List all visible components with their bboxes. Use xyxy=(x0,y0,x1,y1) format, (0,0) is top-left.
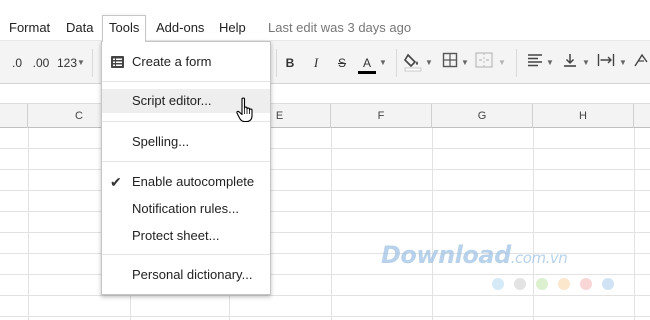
notification-rules-label: Notification rules... xyxy=(132,201,239,216)
watermark-dot xyxy=(514,278,526,290)
bold-button[interactable]: B xyxy=(282,52,298,74)
grid-line xyxy=(533,128,534,320)
vertical-align-bottom-icon[interactable] xyxy=(561,52,579,74)
menu-item-spelling[interactable]: Spelling... xyxy=(102,130,270,154)
grid-line xyxy=(0,232,650,233)
watermark-dot xyxy=(580,278,592,290)
menu-format[interactable]: Format xyxy=(9,19,50,37)
watermark-dot xyxy=(536,278,548,290)
grid-line xyxy=(0,169,650,170)
chevron-down-icon: ▼ xyxy=(425,58,433,67)
text-color-swatch xyxy=(358,71,376,74)
row-header-corner[interactable] xyxy=(0,104,28,128)
watermark-suffix: .com.vn xyxy=(510,249,568,267)
toolbar-divider xyxy=(92,49,93,77)
align-left-icon[interactable] xyxy=(526,52,544,74)
form-icon xyxy=(111,56,124,68)
grid-line xyxy=(432,128,433,320)
decrease-decimal-button[interactable]: .0 xyxy=(6,52,28,74)
last-edit-status[interactable]: Last edit was 3 days ago xyxy=(268,19,411,37)
text-color-button[interactable]: A xyxy=(356,52,378,74)
grid-line xyxy=(0,295,650,296)
text-wrap-icon[interactable] xyxy=(596,52,616,74)
toolbar-divider xyxy=(516,49,517,77)
chevron-down-icon: ▼ xyxy=(379,58,387,67)
toolbar-divider xyxy=(276,49,277,77)
grid-line xyxy=(0,190,650,191)
tools-dropdown-menu: Create a form Script editor... Spelling.… xyxy=(101,41,271,295)
column-header-h[interactable]: H xyxy=(533,104,634,128)
menu-item-enable-autocomplete[interactable]: ✔ Enable autocomplete xyxy=(102,170,270,194)
spelling-label: Spelling... xyxy=(132,134,190,149)
chevron-down-icon: ▼ xyxy=(546,58,554,67)
formula-bar[interactable] xyxy=(0,84,650,104)
menu-addons[interactable]: Add-ons xyxy=(156,19,204,37)
protect-sheet-label: Protect sheet... xyxy=(132,228,220,243)
italic-button[interactable]: I xyxy=(308,52,324,74)
enable-autocomplete-label: Enable autocomplete xyxy=(132,174,255,189)
watermark-logo: Download.com.vn xyxy=(381,241,568,269)
toolbar-divider xyxy=(396,49,397,77)
grid-line xyxy=(331,128,332,320)
menu-help[interactable]: Help xyxy=(219,19,246,37)
grid-line xyxy=(0,148,650,149)
column-header-row: C E F G H xyxy=(0,104,650,128)
column-header-g[interactable]: G xyxy=(432,104,533,128)
menu-item-create-form[interactable]: Create a form xyxy=(102,50,270,74)
increase-decimal-button[interactable]: .00 xyxy=(30,52,52,74)
grid-line xyxy=(28,128,29,320)
strikethrough-button[interactable]: S xyxy=(334,52,350,74)
chevron-down-icon: ▼ xyxy=(619,58,627,67)
text-color-letter: A xyxy=(362,56,371,70)
chevron-down-icon: ▼ xyxy=(461,58,469,67)
grid-line xyxy=(0,211,650,212)
watermark-dot xyxy=(602,278,614,290)
cell-grid[interactable] xyxy=(0,128,650,320)
column-header-f[interactable]: F xyxy=(331,104,432,128)
number-format-button[interactable]: 123 xyxy=(56,52,78,74)
watermark-dot xyxy=(558,278,570,290)
fill-color-icon[interactable] xyxy=(403,52,423,74)
create-form-label: Create a form xyxy=(132,54,212,69)
checkmark-icon: ✔ xyxy=(110,174,122,190)
toolbar: .0 .00 123 ▼ B I S A ▼ ▼ ▼ ▼ ▼ ▼ ▼ xyxy=(0,40,650,84)
grid-line xyxy=(0,316,650,317)
menu-bar: Format Data Tools Add-ons Help Last edit… xyxy=(0,0,650,42)
menu-data[interactable]: Data xyxy=(66,19,93,37)
menu-separator xyxy=(102,81,270,82)
grid-line xyxy=(634,128,635,320)
menu-separator xyxy=(102,161,270,162)
menu-tools[interactable]: Tools xyxy=(102,15,147,42)
text-rotation-icon[interactable] xyxy=(632,52,650,74)
menu-separator xyxy=(102,254,270,255)
chevron-down-icon: ▼ xyxy=(498,58,506,67)
hand-cursor-icon xyxy=(236,97,253,123)
watermark-text: Download xyxy=(381,241,511,269)
chevron-down-icon: ▼ xyxy=(77,58,85,67)
merge-cells-icon[interactable] xyxy=(474,52,494,74)
menu-item-notification-rules[interactable]: Notification rules... xyxy=(102,197,270,221)
chevron-down-icon: ▼ xyxy=(582,58,590,67)
watermark-dot xyxy=(492,278,504,290)
script-editor-label: Script editor... xyxy=(132,93,212,108)
menu-item-protect-sheet[interactable]: Protect sheet... xyxy=(102,224,270,248)
menu-item-personal-dictionary[interactable]: Personal dictionary... xyxy=(102,263,270,287)
borders-icon[interactable] xyxy=(440,52,460,74)
personal-dictionary-label: Personal dictionary... xyxy=(132,267,253,282)
grid-line xyxy=(0,274,650,275)
